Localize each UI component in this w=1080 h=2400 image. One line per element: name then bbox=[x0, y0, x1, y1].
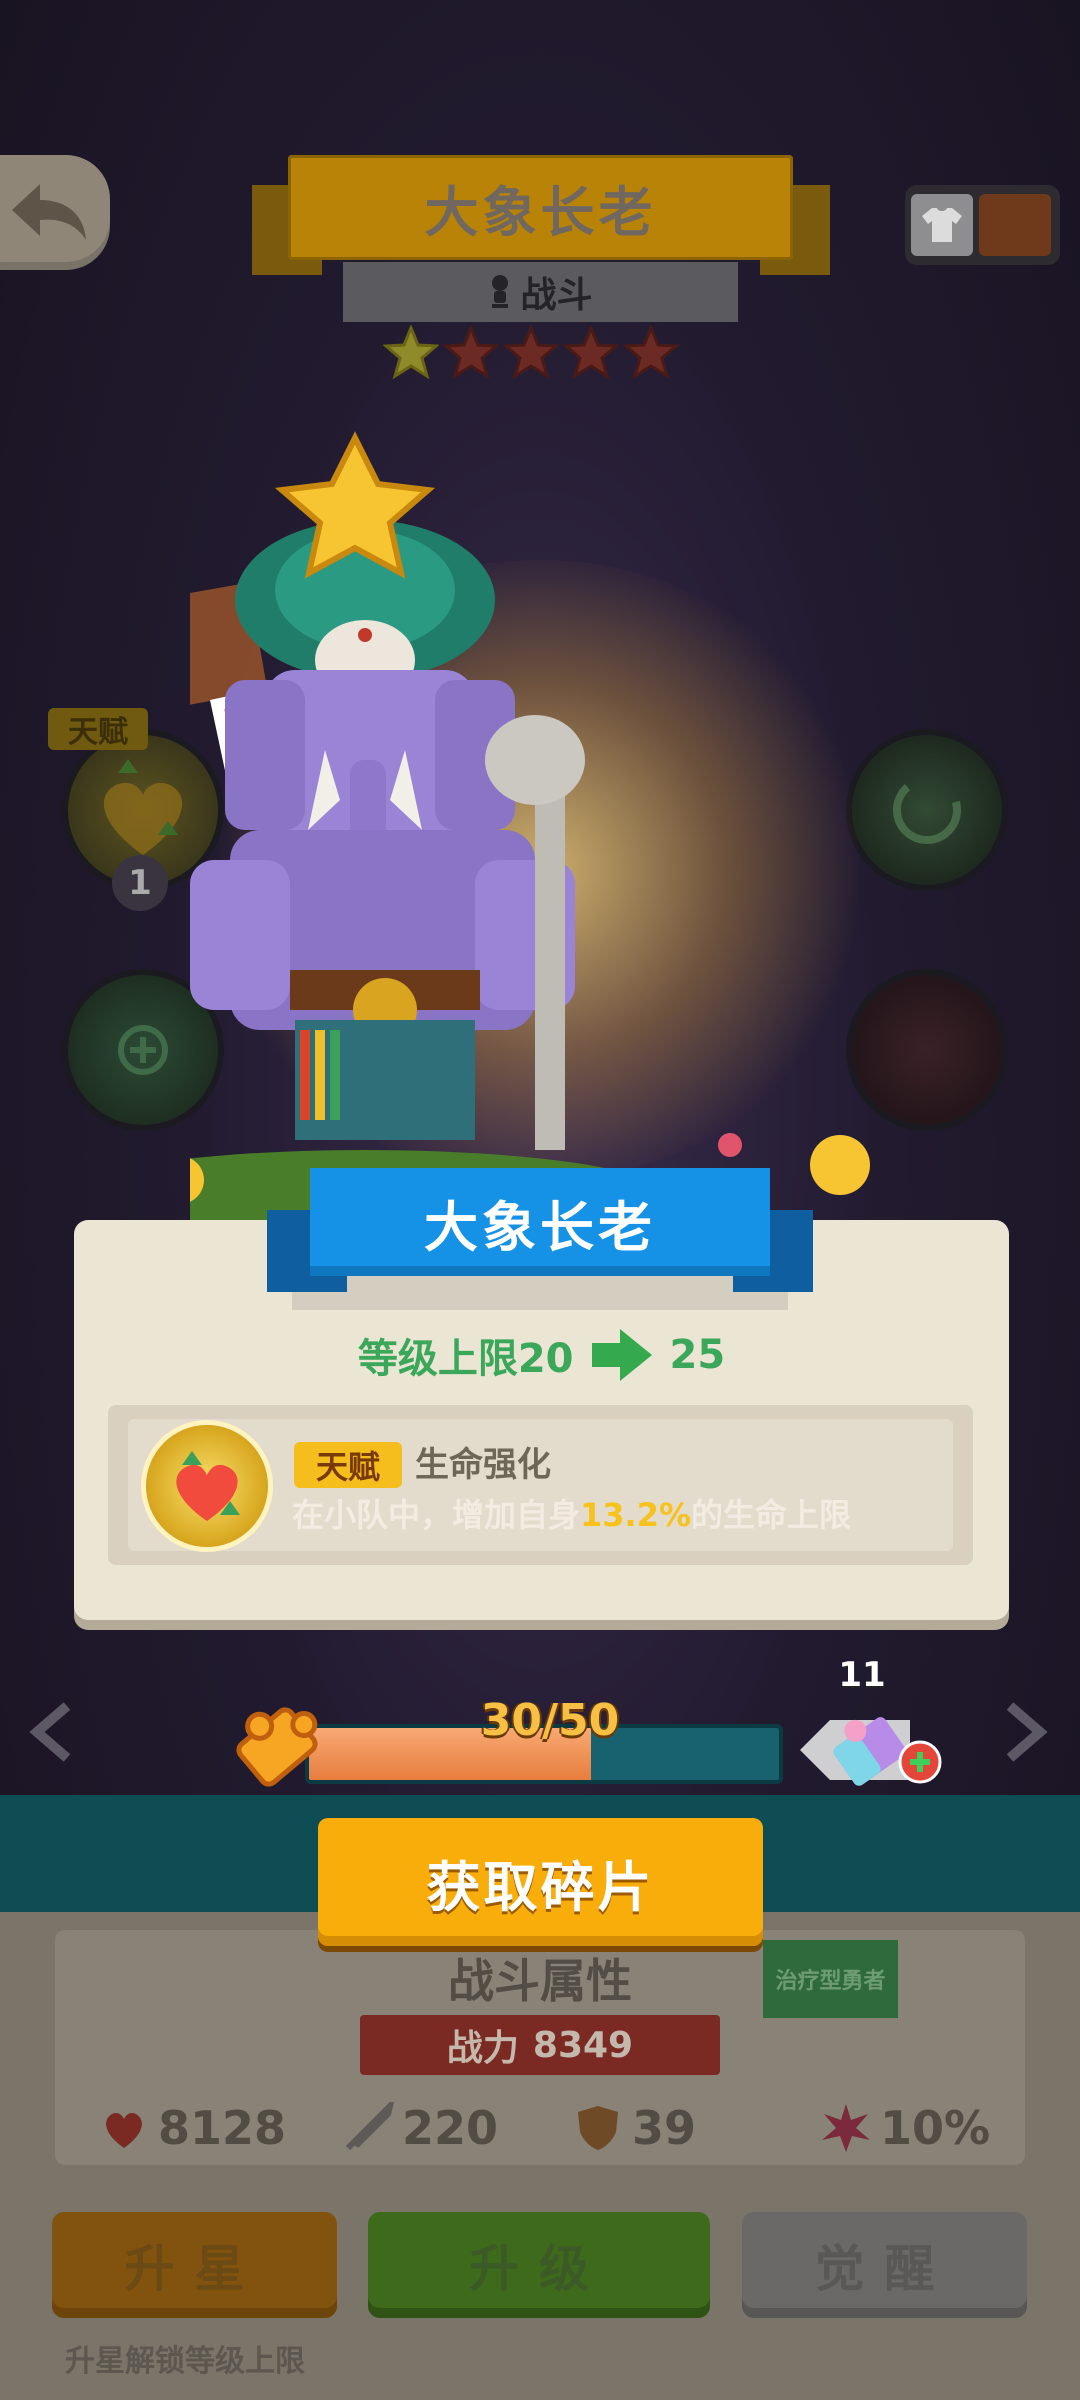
stat-crit-value: 10% bbox=[880, 2101, 991, 2155]
role-label: 战斗 bbox=[520, 275, 593, 316]
star-rating bbox=[383, 325, 683, 387]
talent-chip: 天赋 bbox=[294, 1442, 402, 1488]
star-empty-icon bbox=[443, 325, 499, 380]
stat-hp-value: 8128 bbox=[158, 2101, 287, 2155]
stat-defense-value: 39 bbox=[632, 2101, 697, 2155]
awaken-button[interactable]: 觉醒 bbox=[742, 2212, 1027, 2318]
get-fragments-button[interactable]: 获取碎片 bbox=[318, 1818, 763, 1946]
talent-desc-post: 的生命上限 bbox=[691, 1496, 852, 1534]
talent-tag: 天赋 bbox=[48, 708, 148, 750]
next-hero-button[interactable] bbox=[995, 1692, 1055, 1772]
talent-description: 在小队中，增加自身13.2%的生命上限 bbox=[292, 1493, 851, 1537]
sword-icon bbox=[345, 2102, 394, 2151]
outfit-toggle[interactable] bbox=[905, 185, 1060, 265]
hero-class-tag: 治疗型勇者 bbox=[763, 1940, 898, 2018]
star-up-button[interactable]: 升星 bbox=[52, 2212, 337, 2318]
level-cap-old: 等级上限20 bbox=[357, 1336, 574, 1382]
power-label: 战力 bbox=[446, 2028, 519, 2069]
crystal-count: 11 bbox=[838, 1655, 886, 1695]
star-empty-icon bbox=[623, 325, 679, 380]
stats-title: 战斗属性 bbox=[448, 1954, 632, 2008]
talent-desc-value: 13.2% bbox=[580, 1496, 692, 1534]
back-arrow-icon bbox=[12, 183, 86, 240]
power-value: 8349 bbox=[532, 2024, 634, 2066]
star-up-hint: 升星解锁等级上限 bbox=[65, 2344, 305, 2379]
stat-attack-value: 220 bbox=[402, 2101, 499, 2155]
elephant-elder-illustration bbox=[190, 431, 870, 1240]
puzzle-piece-icon bbox=[222, 1692, 332, 1802]
talent-desc-pre: 在小队中，增加自身 bbox=[292, 1496, 581, 1534]
stat-crit: 10% bbox=[820, 2098, 990, 2158]
right-arrow-icon bbox=[591, 1329, 652, 1381]
title-banner: 大象长老 bbox=[288, 155, 793, 260]
ribbon-shadow bbox=[292, 1276, 788, 1310]
chevron-left-icon bbox=[29, 1702, 71, 1762]
role-bar: 战斗 bbox=[343, 262, 738, 322]
level-cap-new: 25 bbox=[669, 1332, 726, 1378]
star-empty-icon bbox=[563, 325, 619, 380]
hero-title: 大象长老 bbox=[424, 181, 657, 244]
level-cap-row: 等级上限20 25 bbox=[74, 1325, 1009, 1385]
outfit-swatch bbox=[979, 194, 1051, 256]
back-button[interactable] bbox=[0, 155, 110, 270]
combat-power-bar: 战力 8349 bbox=[360, 2015, 720, 2075]
role-icon bbox=[492, 275, 509, 308]
heart-talent-icon bbox=[146, 1425, 268, 1547]
star-empty-icon bbox=[503, 325, 559, 380]
heart-icon bbox=[106, 2112, 142, 2148]
stat-attack: 220 bbox=[342, 2098, 498, 2158]
shirt-icon bbox=[911, 194, 973, 256]
fragment-count: 30/50 bbox=[480, 1695, 620, 1746]
stat-defense: 39 bbox=[572, 2098, 696, 2158]
hero-name-ribbon: 大象长老 bbox=[310, 1168, 770, 1276]
talent-name: 生命强化 bbox=[415, 1445, 551, 1485]
talent-count-badge: 1 bbox=[112, 855, 168, 911]
stat-hp: 8128 bbox=[98, 2098, 286, 2158]
crit-burst-icon bbox=[822, 2104, 870, 2152]
star-filled-icon bbox=[383, 325, 439, 380]
chevron-right-icon bbox=[1006, 1702, 1048, 1762]
rainbow-puzzle-icon bbox=[800, 1717, 942, 1786]
hero-name: 大象长老 bbox=[424, 1195, 656, 1259]
shield-icon bbox=[578, 2106, 618, 2150]
rainbow-fragment-add-button[interactable] bbox=[790, 1690, 950, 1810]
level-up-button[interactable]: 升级 bbox=[368, 2212, 710, 2318]
previous-hero-button[interactable] bbox=[22, 1692, 82, 1772]
